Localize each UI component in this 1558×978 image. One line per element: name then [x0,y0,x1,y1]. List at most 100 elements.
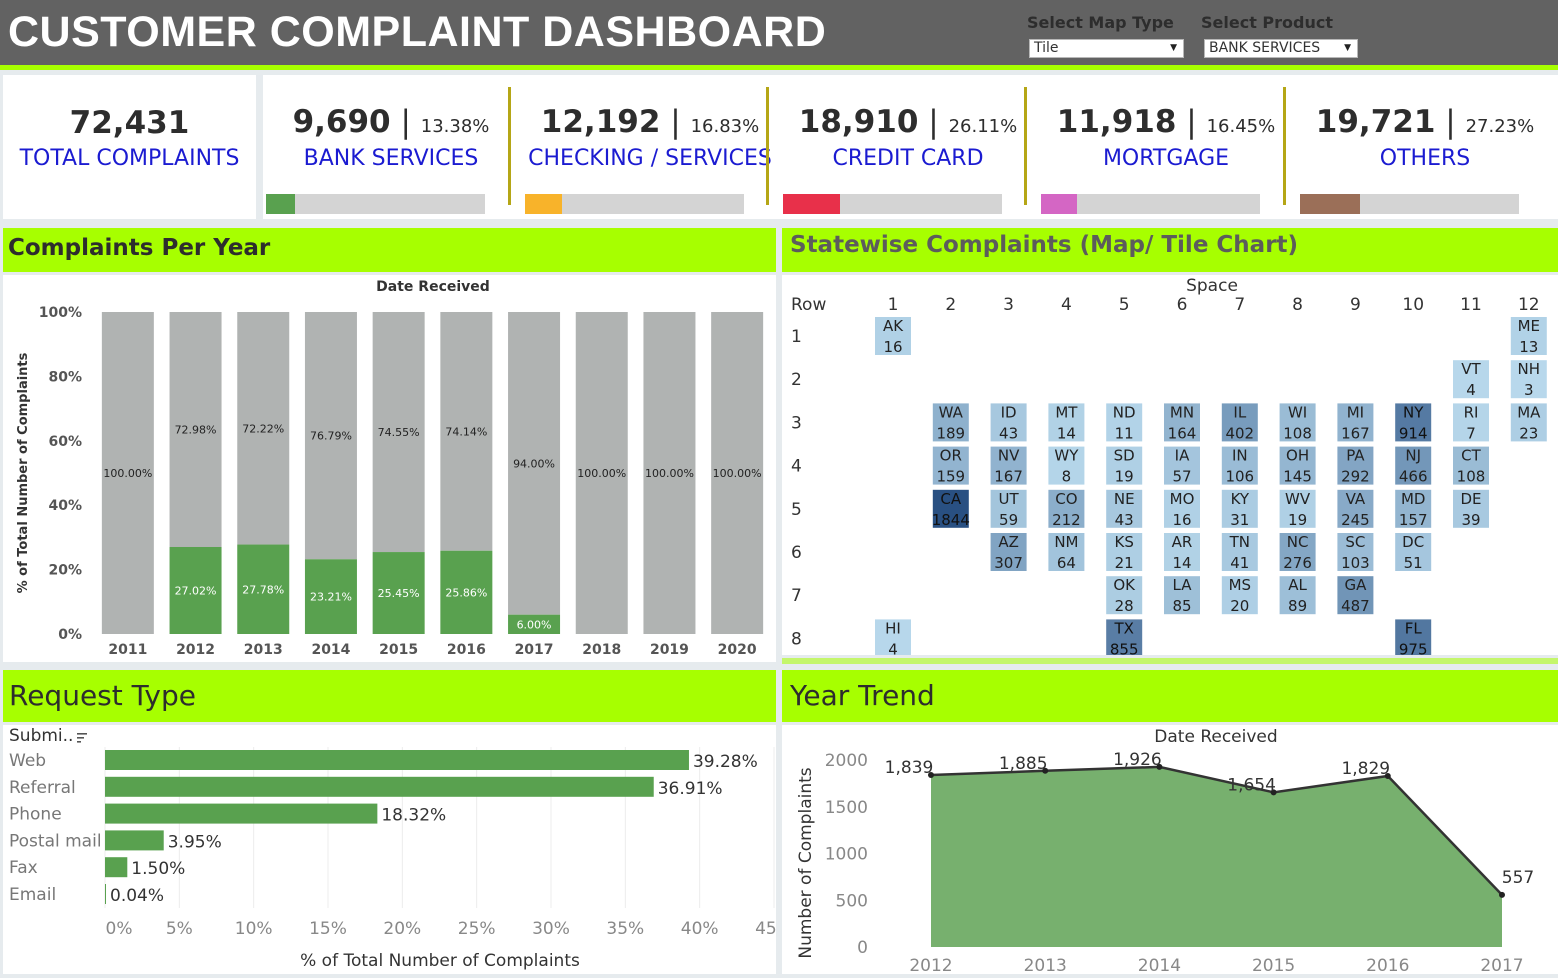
state-value: 19 [1288,511,1307,529]
state-code: CA [940,490,961,508]
state-value: 855 [1110,640,1139,655]
state-code: VT [1461,360,1481,378]
x-tick-label: 2017 [1480,956,1523,974]
kpi-value-separator: | [918,104,949,140]
kpi-checking-services-track [525,194,744,214]
sort-icon[interactable] [77,733,87,743]
kpi-separator [508,87,511,205]
map-type-select[interactable]: Tile ▼ [1029,39,1184,58]
bar-label: 25.45% [378,587,420,600]
kpi-total-label: TOTAL COMPLAINTS [19,146,240,171]
state-code: WY [1054,447,1079,465]
request-bar[interactable] [105,884,106,904]
state-value: 108 [1457,468,1486,486]
state-value: 975 [1399,640,1428,655]
x-tick-label: 25% [458,919,496,939]
kpi-checking-services-fill [525,194,562,214]
tile-row-number: 4 [791,457,802,477]
state-code: MD [1401,490,1426,508]
x-tick-label: 2017 [515,642,554,658]
kpi-separator [766,87,769,205]
section-title-request-type: Request Type [9,679,196,712]
point-label: 1,829 [1341,759,1390,779]
y-axis-label: % of Total Number of Complaints [16,352,31,593]
point-label: 1,654 [1227,775,1276,795]
state-code: GA [1344,576,1367,594]
state-code: WA [939,403,964,421]
tile-col-number: 4 [1061,295,1072,315]
state-code: MT [1055,403,1078,421]
kpi-credit-card-track [783,194,1002,214]
bar-label: 100.00% [103,467,152,480]
state-value: 292 [1341,468,1370,486]
section-title-per-year: Complaints Per Year [8,235,271,261]
x-tick-label: 5% [166,919,193,939]
request-bar[interactable] [105,830,164,851]
request-bar[interactable] [105,750,689,770]
state-value: 51 [1404,554,1423,572]
x-tick-label: 35% [606,919,644,939]
state-value: 20 [1230,597,1249,615]
trend-point[interactable] [1499,891,1505,898]
category-label: Web [9,751,46,771]
x-axis-label: % of Total Number of Complaints [300,951,580,971]
bar-label: 94.00% [513,457,555,470]
state-code: DE [1460,490,1481,508]
bar-label: 23.21% [310,591,352,604]
section-header-request-type: Request Type [3,670,776,722]
kpi-percent: 13.38% [420,116,490,137]
bar-label: 3.95% [168,832,222,852]
state-code: AK [883,317,904,335]
state-value: 145 [1283,468,1312,486]
state-code: WI [1288,403,1307,421]
state-code: ID [1001,403,1017,421]
product-label: Select Product [1201,13,1333,32]
x-tick-label: 45% [755,919,776,939]
request-bar[interactable] [105,803,378,824]
state-value: 21 [1115,554,1134,572]
x-tick-label: 2019 [650,642,689,658]
y-tick-label: 1000 [825,845,868,865]
state-code: ME [1518,317,1540,335]
state-code: MO [1170,490,1195,508]
x-tick-label: 2020 [718,642,757,658]
state-code: SC [1345,533,1365,551]
tile-col-number: 8 [1292,295,1303,315]
bar-label: 76.79% [310,430,352,443]
bar-label: 6.00% [517,618,552,631]
product-select[interactable]: BANK SERVICES ▼ [1204,39,1358,58]
state-value: 106 [1225,468,1254,486]
request-bar[interactable] [105,857,128,878]
state-value: 14 [1057,424,1076,442]
kpi-value-number: 19,721 [1315,104,1436,140]
section-title-year-trend: Year Trend [790,679,935,712]
tile-row-number: 6 [791,543,802,563]
tile-col-number: 3 [1003,295,1014,315]
kpi-mortgage-track [1041,194,1260,214]
x-tick-label: 2013 [1024,956,1067,974]
point-label: 1,885 [999,754,1048,774]
state-value: 402 [1225,424,1254,442]
state-value: 157 [1399,511,1428,529]
kpi-others-label: OTHERS [1379,146,1471,171]
state-value: 159 [936,468,965,486]
state-code: UT [999,490,1020,508]
request-bar[interactable] [105,776,654,797]
bar-label: 100.00% [713,467,762,480]
bar-label: 100.00% [577,467,626,480]
tile-col-number: 9 [1350,295,1361,315]
x-tick-label: 10% [235,919,273,939]
bar-label: 72.22% [242,422,284,435]
state-value: 4 [888,640,898,655]
state-value: 85 [1172,597,1191,615]
state-code: LA [1173,576,1193,594]
bar-label: 25.86% [445,586,487,599]
x-tick-label: 2013 [244,642,283,658]
request-type-panel: Submi.. 0% 5% 10% 15% 20% 25% 30% 35% 40% 45% % of … [3,725,793,974]
x-tick-label: 2012 [909,956,952,974]
state-code: PA [1346,447,1365,465]
chevron-down-icon: ▼ [1344,43,1351,53]
state-code: NM [1054,533,1078,551]
state-code: OR [940,447,962,465]
state-code: NH [1518,360,1541,378]
